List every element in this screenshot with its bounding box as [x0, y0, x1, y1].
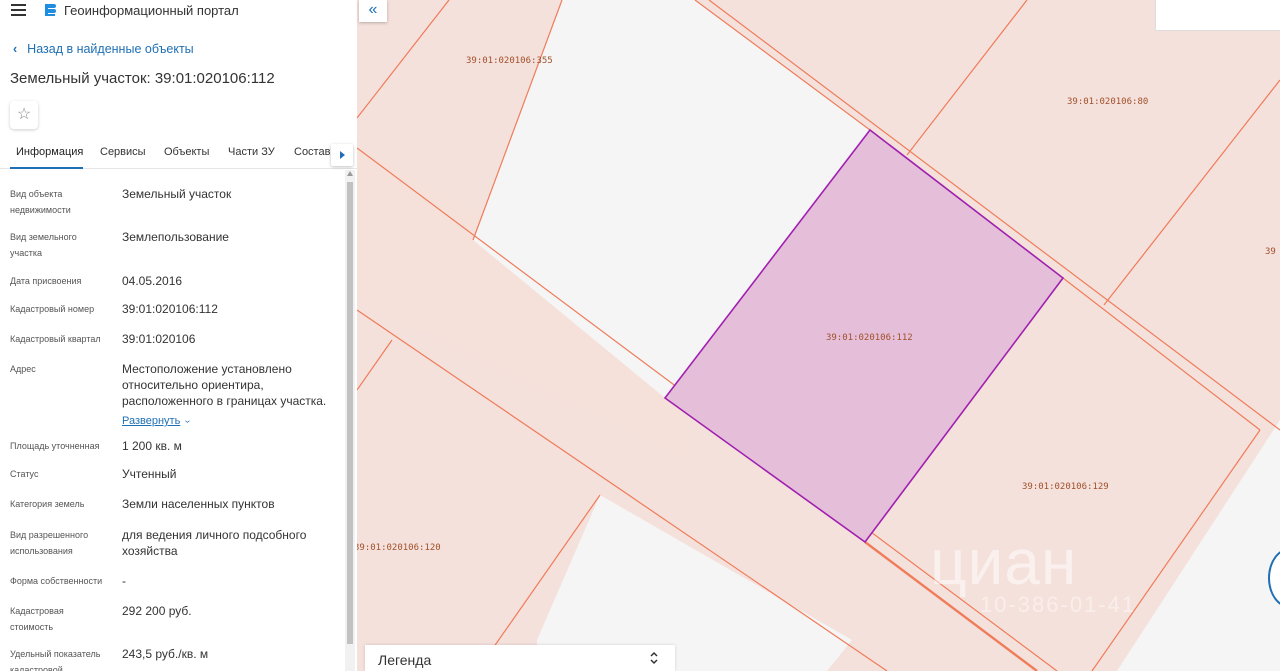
map-view[interactable]: 39:01:020106:355 39:01:020106:80 39:01:0… — [357, 0, 1280, 671]
back-link-label: Назад в найденные объекты — [27, 42, 194, 56]
tab-objects[interactable]: Объекты — [164, 146, 209, 158]
menu-icon[interactable] — [11, 4, 26, 16]
tabs-scroll-right-button[interactable] — [331, 144, 353, 166]
expand-link[interactable]: Развернуть — [122, 415, 180, 427]
map-canvas[interactable]: 39:01:020106:355 39:01:020106:80 39:01:0… — [357, 0, 1280, 671]
portal-logo-icon — [45, 4, 56, 16]
parcel-line — [1062, 277, 1261, 431]
tab-composition[interactable]: Состав — [294, 146, 330, 158]
detail-value: - — [122, 574, 126, 588]
parcel-line-bold — [864, 541, 1038, 671]
detail-label: Дата присвоения — [10, 276, 82, 286]
parcel-label-edge: 39 — [1265, 247, 1276, 257]
detail-label: Удельный показатель кадастровой — [10, 649, 101, 671]
tab-info[interactable]: Информация — [16, 146, 83, 158]
expand-address[interactable]: Развернуть › — [122, 411, 194, 429]
expand-collapse-icon[interactable] — [649, 651, 659, 665]
tab-bar: Информация Сервисы Объекты Части ЗУ Сост… — [0, 138, 357, 169]
parcel-line — [1103, 79, 1280, 306]
detail-label: Адрес — [10, 364, 36, 374]
detail-value: Земельный участок — [122, 187, 232, 201]
detail-label: Кадастровая стоимость — [10, 606, 64, 632]
chevron-down-icon: › — [182, 419, 194, 424]
collapse-panel-button[interactable]: « — [359, 0, 387, 22]
parcel-shape-blank[interactable] — [1117, 420, 1280, 671]
parcel-line — [357, 339, 393, 391]
page-title: Земельный участок: 39:01:020106:112 — [10, 70, 275, 87]
tab-parts[interactable]: Части ЗУ — [228, 146, 275, 158]
scroll-up-arrow-icon[interactable] — [347, 171, 353, 176]
top-bar: Геоинформационный портал — [0, 0, 357, 22]
info-panel: Геоинформационный портал ‹ Назад в найден… — [0, 0, 358, 671]
detail-value: 39:01:020106:112 — [122, 302, 218, 316]
parcel-label-355: 39:01:020106:355 — [466, 56, 553, 66]
parcel-label-80: 39:01:020106:80 — [1067, 97, 1148, 107]
back-link[interactable]: ‹ Назад в найденные объекты — [13, 42, 194, 56]
detail-label: Форма собственности — [10, 576, 103, 586]
detail-value: Земли населенных пунктов — [122, 497, 275, 511]
detail-label: Площадь уточненная — [10, 441, 100, 451]
detail-value: 243,5 руб./кв. м — [122, 647, 209, 661]
detail-value: Учтенный — [122, 467, 177, 481]
detail-label: Вид объекта недвижимости — [10, 189, 71, 215]
detail-label: Вид разрешенного использования — [10, 530, 89, 556]
detail-label: Кадастровый номер — [10, 304, 95, 314]
detail-value: Местоположение установлено относительно … — [122, 362, 327, 408]
detail-value: 04.05.2016 — [122, 274, 183, 288]
double-chevron-left-icon: « — [368, 1, 378, 18]
map-search-box[interactable] — [1155, 0, 1280, 31]
parcel-label-129: 39:01:020106:129 — [1022, 482, 1109, 492]
parcel-label-112: 39:01:020106:112 — [826, 333, 913, 343]
chevron-left-icon: ‹ — [13, 42, 18, 56]
panel-scrollbar[interactable] — [345, 170, 355, 671]
detail-label: Кадастровый квартал — [10, 334, 101, 344]
legend-panel[interactable]: Легенда — [365, 645, 675, 671]
detail-label: Статус — [10, 469, 39, 479]
tab-services[interactable]: Сервисы — [100, 146, 146, 158]
parcel-label-120: 39:01:020106:120 — [357, 543, 441, 553]
app-title: Геоинформационный портал — [64, 3, 239, 18]
active-tab-indicator — [10, 167, 83, 169]
legend-label: Легенда — [378, 652, 432, 668]
detail-value: Землепользование — [122, 230, 229, 244]
parcel-line — [906, 0, 1028, 156]
scrollbar-thumb[interactable] — [347, 182, 353, 644]
detail-value: 39:01:020106 — [122, 332, 196, 346]
detail-value: 292 200 руб. — [122, 604, 192, 618]
detail-value: для ведения личного подсобного хозяйства — [122, 528, 307, 558]
detail-value: 1 200 кв. м — [122, 439, 182, 453]
detail-label: Вид земельного участка — [10, 232, 77, 258]
favorite-star-icon[interactable]: ☆ — [10, 101, 38, 129]
detail-label: Категория земель — [10, 499, 85, 509]
